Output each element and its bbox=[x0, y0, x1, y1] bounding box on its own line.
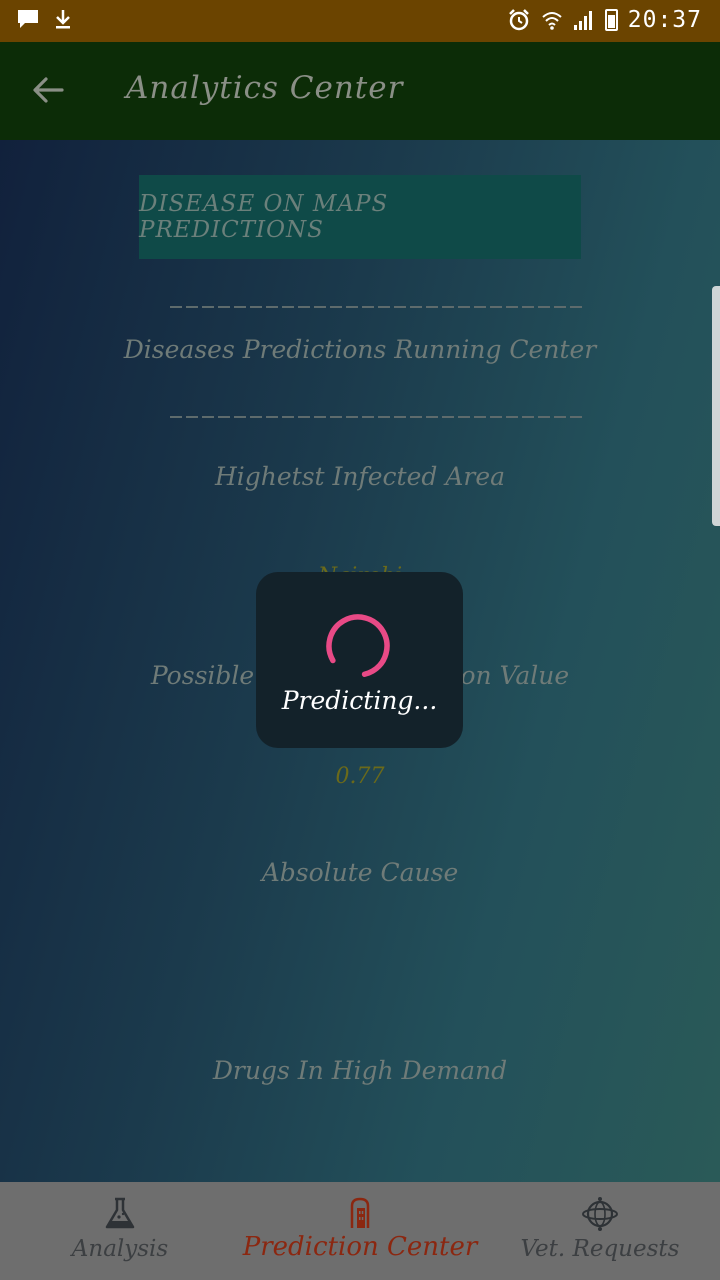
signal-icon bbox=[573, 11, 592, 30]
nav-label-analysis: Analysis bbox=[71, 1236, 169, 1262]
battery-icon bbox=[604, 9, 618, 31]
nav-label-prediction-center: Prediction Center bbox=[242, 1232, 478, 1262]
scrollbar[interactable] bbox=[712, 286, 720, 526]
nav-item-prediction-center[interactable]: Prediction Center bbox=[240, 1182, 480, 1280]
drugs-label: Drugs In High Demand bbox=[212, 1056, 508, 1085]
flask-icon bbox=[105, 1197, 135, 1229]
nav-label-vet-requests: Vet. Requests bbox=[520, 1236, 680, 1262]
loading-dialog: Predicting... bbox=[256, 572, 463, 748]
dashed-divider-bottom bbox=[170, 416, 582, 418]
status-time: 20:37 bbox=[627, 7, 702, 33]
status-bar: 20:37 bbox=[0, 0, 720, 42]
dashed-divider-top bbox=[170, 306, 582, 308]
status-left bbox=[16, 8, 72, 30]
arrow-left-icon[interactable] bbox=[30, 72, 66, 108]
running-center-label: Diseases Predictions Running Center bbox=[123, 335, 597, 364]
status-right: 20:37 bbox=[507, 7, 702, 33]
globe-icon bbox=[582, 1197, 618, 1231]
dialog-message: Predicting... bbox=[281, 686, 438, 715]
nav-item-vet-requests[interactable]: Vet. Requests bbox=[480, 1182, 720, 1280]
wifi-icon bbox=[542, 12, 562, 30]
cause-label: Absolute Cause bbox=[261, 858, 459, 887]
disease-on-maps-button[interactable]: DISEASE ON MAPS PREDICTIONS bbox=[139, 175, 581, 259]
spinner-icon bbox=[326, 614, 390, 678]
building-icon bbox=[350, 1197, 370, 1228]
main-content: DISEASE ON MAPS PREDICTIONS Diseases Pre… bbox=[0, 140, 720, 1182]
page-title: Analytics Center bbox=[126, 70, 404, 106]
bottom-nav: Analysis Prediction Center Vet. Requests bbox=[0, 1182, 720, 1280]
download-icon bbox=[56, 10, 70, 29]
spread-value: 0.77 bbox=[335, 764, 385, 789]
highest-area-label: Highetst Infected Area bbox=[214, 462, 506, 491]
app-bar: Analytics Center bbox=[0, 42, 720, 140]
message-icon bbox=[18, 10, 38, 28]
nav-item-analysis[interactable]: Analysis bbox=[0, 1182, 240, 1280]
alarm-icon bbox=[508, 9, 529, 31]
